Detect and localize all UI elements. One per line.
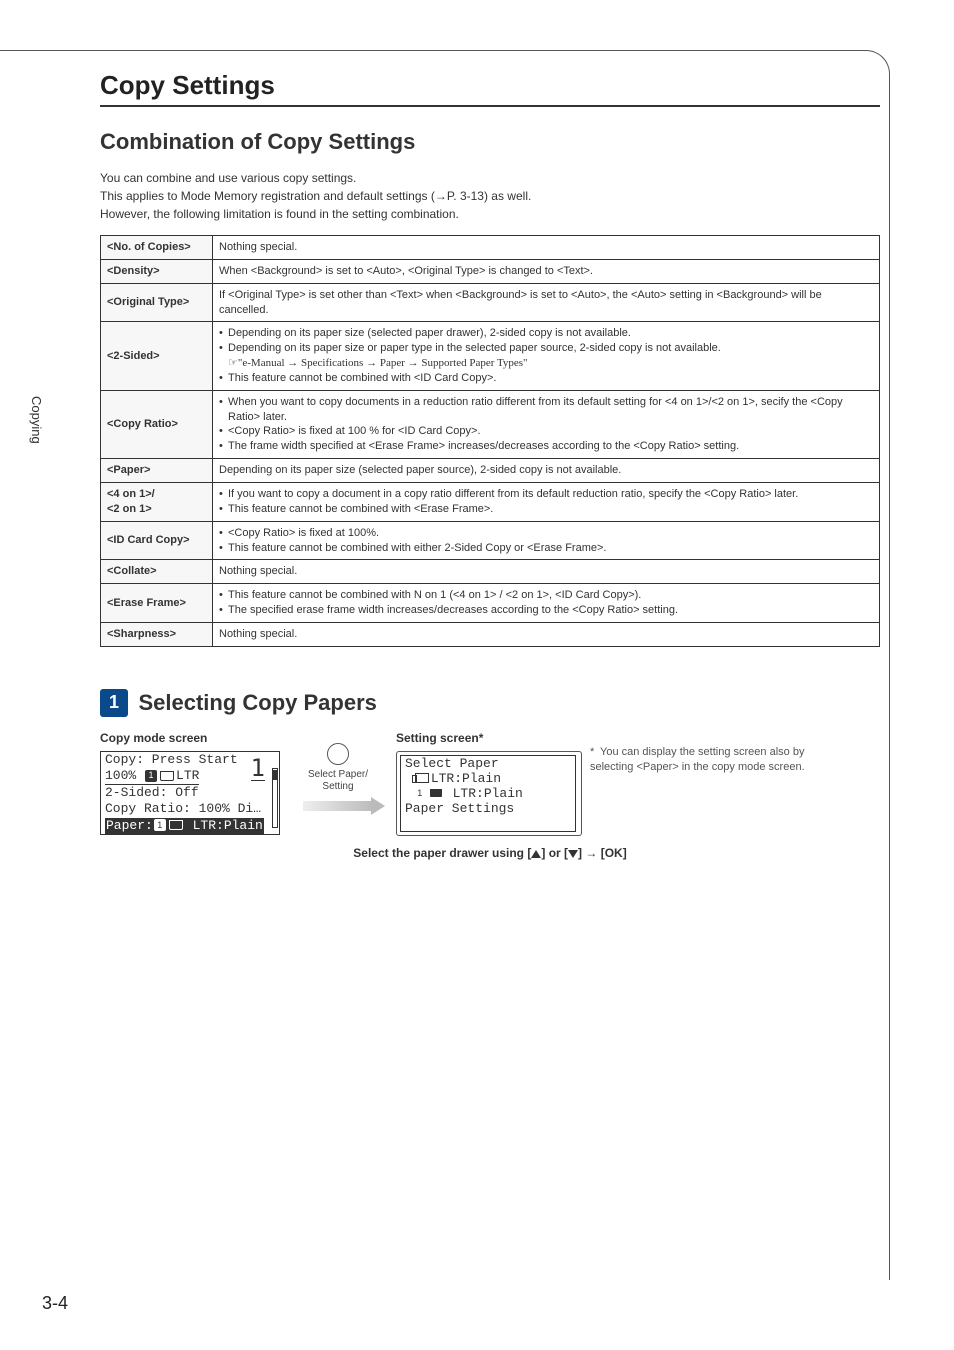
- row-label: <ID Card Copy>: [101, 521, 213, 560]
- section-selecting-copy-papers: 1 Selecting Copy Papers Copy mode screen…: [100, 689, 880, 860]
- row-label: <Density>: [101, 259, 213, 283]
- row-label: <Collate>: [101, 560, 213, 584]
- row-label: <Sharpness>: [101, 622, 213, 646]
- table-row: <Original Type> If <Original Type> is se…: [101, 283, 880, 322]
- page-title: Copy Settings: [100, 70, 880, 101]
- section2-title: Selecting Copy Papers: [138, 690, 376, 716]
- title-bar: Copy Settings: [100, 70, 880, 107]
- row-content: Depending on its paper size (selected pa…: [213, 459, 880, 483]
- row-label: <Erase Frame>: [101, 584, 213, 623]
- mp-tray-icon: [415, 773, 429, 783]
- intro-line: You can combine and use various copy set…: [100, 169, 880, 187]
- section-subtitle: Combination of Copy Settings: [100, 129, 880, 155]
- row-content: Nothing special.: [213, 560, 880, 584]
- table-row: <Density> When <Background> is set to <A…: [101, 259, 880, 283]
- row-label: <Copy Ratio>: [101, 390, 213, 458]
- copy-mode-column: Copy mode screen Copy: Press Start 100% …: [100, 731, 280, 836]
- row-content: •When you want to copy documents in a re…: [213, 390, 880, 458]
- row-label: <Original Type>: [101, 283, 213, 322]
- row-label: <No. of Copies>: [101, 236, 213, 260]
- intro-line: This applies to Mode Memory registration…: [100, 187, 880, 205]
- table-row: <No. of Copies> Nothing special.: [101, 236, 880, 260]
- setting-screen-column: Setting screen* Select Paper LTR:Plain 1…: [396, 731, 582, 836]
- copies-count: 1: [251, 756, 265, 781]
- side-tab-copying: Copying: [29, 396, 44, 444]
- copy-mode-label: Copy mode screen: [100, 731, 280, 745]
- row-label: <Paper>: [101, 459, 213, 483]
- lcd-setting: Select Paper LTR:Plain 1 LTR:Plain Paper…: [400, 755, 576, 832]
- row-content: Nothing special.: [213, 622, 880, 646]
- down-arrow-icon: [568, 850, 578, 858]
- table-row: <2-Sided> •Depending on its paper size (…: [101, 322, 880, 390]
- table-row: <ID Card Copy> •<Copy Ratio> is fixed at…: [101, 521, 880, 560]
- row-content: •Depending on its paper size (selected p…: [213, 322, 880, 390]
- transition-column: Select Paper/ Setting: [288, 731, 388, 836]
- lcd-copy-mode: Copy: Press Start 100% 1LTR 1 2-Sided: O…: [100, 751, 280, 835]
- setting-screen-label: Setting screen*: [396, 731, 582, 745]
- select-paper-button-icon: [327, 743, 349, 765]
- row-content: •If you want to copy a document in a cop…: [213, 482, 880, 521]
- table-row: <Copy Ratio> •When you want to copy docu…: [101, 390, 880, 458]
- table-row: <4 on 1>/ <2 on 1> •If you want to copy …: [101, 482, 880, 521]
- table-row: <Collate> Nothing special.: [101, 560, 880, 584]
- page-number: 3-4: [42, 1293, 68, 1314]
- row-label: <4 on 1>/ <2 on 1>: [101, 482, 213, 521]
- step-number-badge: 1: [100, 689, 128, 717]
- drawer-1-icon: 1: [145, 770, 157, 782]
- table-row: <Sharpness> Nothing special.: [101, 622, 880, 646]
- tray-icon: [169, 820, 183, 830]
- drawer-1-icon: 1: [154, 819, 166, 831]
- tray-icon: [429, 788, 443, 798]
- up-arrow-icon: [531, 850, 541, 858]
- intro-line: However, the following limitation is fou…: [100, 205, 880, 223]
- intro-text: You can combine and use various copy set…: [100, 169, 880, 223]
- row-content: •This feature cannot be combined with N …: [213, 584, 880, 623]
- settings-table: <No. of Copies> Nothing special. <Densit…: [100, 235, 880, 647]
- content-area: Copy Settings Combination of Copy Settin…: [100, 70, 880, 860]
- row-content: •<Copy Ratio> is fixed at 100%. •This fe…: [213, 521, 880, 560]
- table-row: <Paper> Depending on its paper size (sel…: [101, 459, 880, 483]
- instruction-text: Select the paper drawer using [] or [] →…: [100, 846, 880, 860]
- table-row: <Erase Frame> •This feature cannot be co…: [101, 584, 880, 623]
- tray-icon: [160, 771, 174, 781]
- row-content: If <Original Type> is set other than <Te…: [213, 283, 880, 322]
- lcd-setting-wrap: Select Paper LTR:Plain 1 LTR:Plain Paper…: [396, 751, 582, 836]
- footnote: *You can display the setting screen also…: [590, 731, 810, 836]
- select-paper-button-label: Select Paper/ Setting: [288, 769, 388, 793]
- row-label: <2-Sided>: [101, 322, 213, 390]
- row-content: When <Background> is set to <Auto>, <Ori…: [213, 259, 880, 283]
- arrow-icon: [303, 801, 373, 811]
- drawer-1-icon: 1: [414, 787, 426, 799]
- scrollbar-thumb: [273, 770, 277, 780]
- row-content: Nothing special.: [213, 236, 880, 260]
